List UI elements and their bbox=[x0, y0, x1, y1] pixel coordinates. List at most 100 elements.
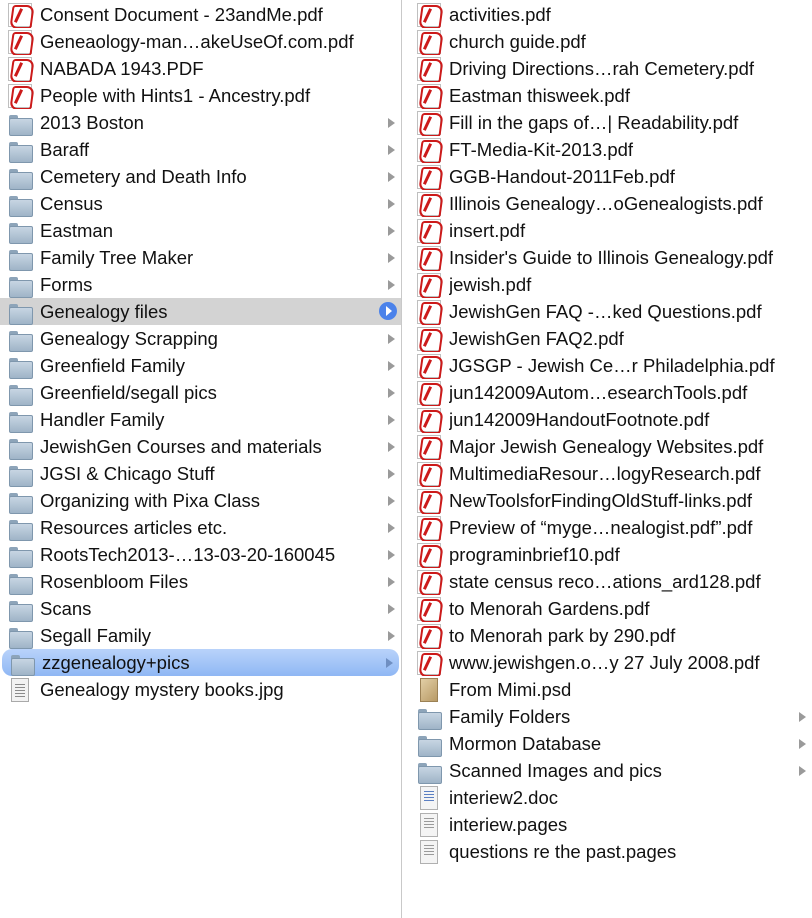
file-row[interactable]: jun142009Autom…esearchTools.pdf bbox=[403, 379, 812, 406]
file-row[interactable]: Consent Document - 23andMe.pdf bbox=[0, 1, 401, 28]
file-row[interactable]: Fill in the gaps of…| Readability.pdf bbox=[403, 109, 812, 136]
disclosure-arrow-icon[interactable] bbox=[799, 766, 806, 776]
file-row[interactable]: state census reco…ations_ard128.pdf bbox=[403, 568, 812, 595]
disclosure-arrow-icon[interactable] bbox=[386, 658, 393, 668]
folder-row[interactable]: Census bbox=[0, 190, 401, 217]
folder-row[interactable]: Scanned Images and pics bbox=[403, 757, 812, 784]
folder-row[interactable]: 2013 Boston bbox=[0, 109, 401, 136]
folder-row[interactable]: Baraff bbox=[0, 136, 401, 163]
pdf-icon bbox=[417, 56, 441, 81]
folder-row[interactable]: Cemetery and Death Info bbox=[0, 163, 401, 190]
item-name: state census reco…ations_ard128.pdf bbox=[449, 570, 761, 592]
folder-icon bbox=[8, 597, 33, 622]
disclosure-arrow-icon[interactable] bbox=[388, 604, 395, 614]
disclosure-arrow-icon[interactable] bbox=[388, 253, 395, 263]
disclosure-arrow-icon[interactable] bbox=[799, 739, 806, 749]
column-parent[interactable]: Consent Document - 23andMe.pdf Geneaology… bbox=[0, 0, 402, 918]
disclosure-arrow-icon[interactable] bbox=[388, 334, 395, 344]
file-row[interactable]: Insider's Guide to Illinois Genealogy.pd… bbox=[403, 244, 812, 271]
file-row[interactable]: to Menorah Gardens.pdf bbox=[403, 595, 812, 622]
file-row[interactable]: Preview of “myge…nealogist.pdf”.pdf bbox=[403, 514, 812, 541]
item-name: Genealogy mystery books.jpg bbox=[40, 678, 284, 700]
folder-row[interactable]: JGSI & Chicago Stuff bbox=[0, 460, 401, 487]
item-name: Census bbox=[40, 192, 103, 214]
file-row[interactable]: FT-Media-Kit-2013.pdf bbox=[403, 136, 812, 163]
disclosure-arrow-icon[interactable] bbox=[388, 280, 395, 290]
file-row[interactable]: JewishGen FAQ -…ked Questions.pdf bbox=[403, 298, 812, 325]
folder-row[interactable]: Forms bbox=[0, 271, 401, 298]
file-row[interactable]: Genealogy mystery books.jpg bbox=[0, 676, 401, 703]
disclosure-arrow-icon[interactable] bbox=[388, 469, 395, 479]
file-row[interactable]: Major Jewish Genealogy Websites.pdf bbox=[403, 433, 812, 460]
folder-row[interactable]: Resources articles etc. bbox=[0, 514, 401, 541]
folder-row[interactable]: Organizing with Pixa Class bbox=[0, 487, 401, 514]
folder-row[interactable]: Greenfield/segall pics bbox=[0, 379, 401, 406]
file-row[interactable]: NABADA 1943.PDF bbox=[0, 55, 401, 82]
file-row[interactable]: Driving Directions…rah Cemetery.pdf bbox=[403, 55, 812, 82]
file-row[interactable]: programinbrief10.pdf bbox=[403, 541, 812, 568]
item-name: Family Tree Maker bbox=[40, 246, 194, 268]
disclosure-arrow-icon[interactable] bbox=[388, 361, 395, 371]
file-row[interactable]: insert.pdf bbox=[403, 217, 812, 244]
folder-row[interactable]: Family Folders bbox=[403, 703, 812, 730]
item-name: Scans bbox=[40, 597, 92, 619]
file-row[interactable]: interiew2.doc bbox=[403, 784, 812, 811]
disclosure-arrow-icon[interactable] bbox=[388, 631, 395, 641]
item-name: to Menorah Gardens.pdf bbox=[449, 597, 650, 619]
folder-row[interactable]: zzgenealogy+pics bbox=[2, 649, 399, 676]
disclosure-arrow-icon[interactable] bbox=[388, 388, 395, 398]
disclosure-arrow-icon[interactable] bbox=[799, 712, 806, 722]
folder-row[interactable]: Greenfield Family bbox=[0, 352, 401, 379]
file-row[interactable]: jewish.pdf bbox=[403, 271, 812, 298]
disclosure-arrow-icon[interactable] bbox=[388, 577, 395, 587]
item-name: JewishGen FAQ2.pdf bbox=[449, 327, 624, 349]
file-row[interactable]: JewishGen FAQ2.pdf bbox=[403, 325, 812, 352]
folder-row[interactable]: Genealogy Scrapping bbox=[0, 325, 401, 352]
folder-row[interactable]: RootsTech2013-…13-03-20-160045 bbox=[0, 541, 401, 568]
file-row[interactable]: JGSGP - Jewish Ce…r Philadelphia.pdf bbox=[403, 352, 812, 379]
file-row[interactable]: questions re the past.pages bbox=[403, 838, 812, 865]
file-row[interactable]: church guide.pdf bbox=[403, 28, 812, 55]
disclosure-arrow-icon[interactable] bbox=[388, 226, 395, 236]
pdf-icon bbox=[417, 434, 441, 459]
disclosure-arrow-icon[interactable] bbox=[388, 496, 395, 506]
disclosure-arrow-icon[interactable] bbox=[388, 415, 395, 425]
disclosure-arrow-icon[interactable] bbox=[388, 550, 395, 560]
file-row[interactable]: MultimediaResour…logyResearch.pdf bbox=[403, 460, 812, 487]
file-row[interactable]: GGB-Handout-2011Feb.pdf bbox=[403, 163, 812, 190]
pdf-icon bbox=[417, 623, 441, 648]
folder-row[interactable]: JewishGen Courses and materials bbox=[0, 433, 401, 460]
folder-row[interactable]: Genealogy files bbox=[0, 298, 401, 325]
file-row[interactable]: www.jewishgen.o…y 27 July 2008.pdf bbox=[403, 649, 812, 676]
file-row[interactable]: Illinois Genealogy…oGenealogists.pdf bbox=[403, 190, 812, 217]
file-row[interactable]: Eastman thisweek.pdf bbox=[403, 82, 812, 109]
folder-row[interactable]: Handler Family bbox=[0, 406, 401, 433]
disclosure-arrow-icon[interactable] bbox=[388, 523, 395, 533]
folder-row[interactable]: Mormon Database bbox=[403, 730, 812, 757]
folder-row[interactable]: Scans bbox=[0, 595, 401, 622]
disclosure-arrow-icon[interactable] bbox=[379, 302, 397, 320]
item-name: MultimediaResour…logyResearch.pdf bbox=[449, 462, 761, 484]
file-row[interactable]: Geneaology-man…akeUseOf.com.pdf bbox=[0, 28, 401, 55]
file-row[interactable]: NewToolsforFindingOldStuff-links.pdf bbox=[403, 487, 812, 514]
file-row[interactable]: jun142009HandoutFootnote.pdf bbox=[403, 406, 812, 433]
file-row[interactable]: activities.pdf bbox=[403, 1, 812, 28]
folder-icon bbox=[417, 705, 442, 730]
file-row[interactable]: From Mimi.psd bbox=[403, 676, 812, 703]
folder-row[interactable]: Family Tree Maker bbox=[0, 244, 401, 271]
disclosure-arrow-icon[interactable] bbox=[388, 199, 395, 209]
folder-row[interactable]: Rosenbloom Files bbox=[0, 568, 401, 595]
file-row[interactable]: interiew.pages bbox=[403, 811, 812, 838]
pdf-icon bbox=[8, 83, 32, 108]
file-row[interactable]: People with Hints1 - Ancestry.pdf bbox=[0, 82, 401, 109]
folder-row[interactable]: Eastman bbox=[0, 217, 401, 244]
file-row[interactable]: to Menorah park by 290.pdf bbox=[403, 622, 812, 649]
disclosure-arrow-icon[interactable] bbox=[388, 145, 395, 155]
disclosure-arrow-icon[interactable] bbox=[388, 118, 395, 128]
disclosure-arrow-icon[interactable] bbox=[388, 172, 395, 182]
disclosure-arrow-icon[interactable] bbox=[388, 442, 395, 452]
folder-icon bbox=[8, 381, 33, 406]
column-child[interactable]: activities.pdf church guide.pdf Driving Di… bbox=[403, 0, 812, 918]
folder-icon bbox=[8, 543, 33, 568]
folder-row[interactable]: Segall Family bbox=[0, 622, 401, 649]
